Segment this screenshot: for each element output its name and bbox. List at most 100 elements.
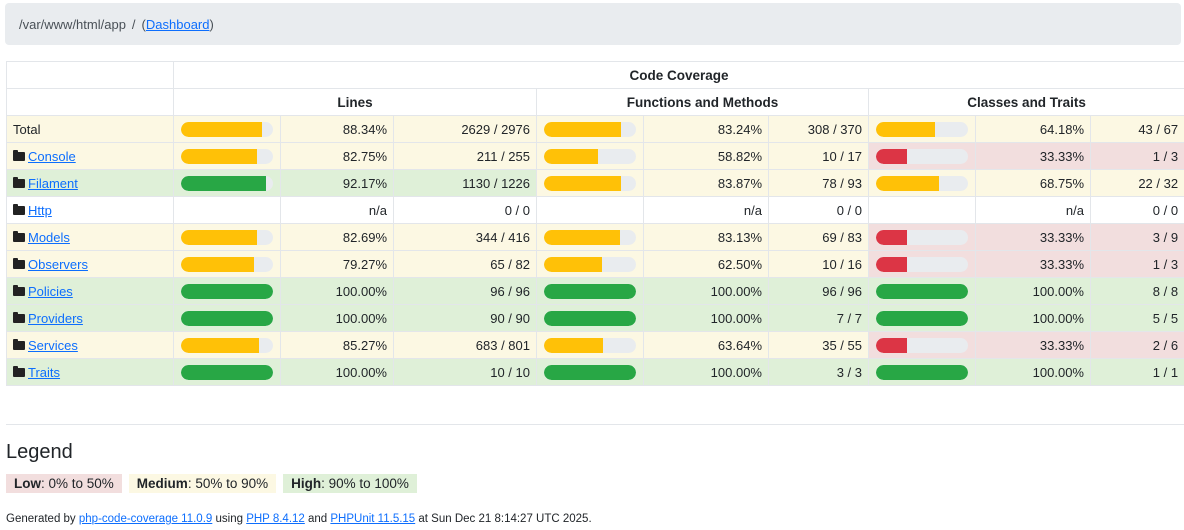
divider (6, 424, 1184, 425)
legend-low: Low: 0% to 50% (6, 474, 122, 493)
classes-count: 22 / 32 (1089, 169, 1184, 197)
classes-count: 1 / 3 (1089, 142, 1184, 170)
directory-link[interactable]: Policies (28, 284, 73, 299)
classes-progress-fill (876, 121, 936, 137)
header-empty (6, 88, 174, 116)
footer-and: and (304, 513, 331, 525)
classes-bar-cell (868, 304, 976, 332)
lines-count: 683 / 801 (393, 331, 537, 359)
functions-progress-bar (544, 121, 636, 137)
functions-progress-bar (544, 256, 636, 272)
functions-progress-fill (544, 175, 622, 191)
table-row: Total 88.34% 2629 / 2976 83.24% 308 / 370 64.… (6, 115, 1184, 143)
functions-count: 7 / 7 (768, 304, 869, 332)
folder-icon (13, 257, 25, 269)
classes-percent: 100.00% (975, 304, 1091, 332)
breadcrumb: /var/www/html/app / (Dashboard) (5, 3, 1181, 45)
row-name-cell: Filament (6, 169, 174, 197)
functions-count: 0 / 0 (768, 196, 869, 224)
lines-count: 1130 / 1226 (393, 169, 537, 197)
functions-percent: 83.13% (643, 223, 769, 251)
phpunit-link[interactable]: PHPUnit 11.5.15 (330, 513, 415, 525)
directory-link[interactable]: Traits (28, 365, 60, 380)
classes-progress-bar (876, 364, 968, 380)
table-row: Observers 79.27% 65 / 82 62.50% 10 / 16 33.33… (6, 250, 1184, 278)
lines-bar-cell (173, 115, 281, 143)
functions-progress-fill (544, 229, 621, 245)
functions-count: 69 / 83 (768, 223, 869, 251)
lines-bar-cell (173, 250, 281, 278)
functions-progress-bar (544, 337, 636, 353)
row-name-cell: Total (6, 115, 174, 143)
dashboard-link[interactable]: Dashboard (146, 17, 210, 32)
lines-count: 96 / 96 (393, 277, 537, 305)
php-link[interactable]: PHP 8.4.12 (246, 513, 305, 525)
lines-percent: 82.75% (280, 142, 394, 170)
table-row: Providers 100.00% 90 / 90 100.00% 7 / 7 100.0… (6, 304, 1184, 332)
classes-header: Classes and Traits (867, 88, 1184, 116)
lines-progress-bar (181, 256, 273, 272)
lines-progress-bar (181, 175, 273, 191)
row-name-cell: Providers (6, 304, 174, 332)
classes-bar-cell (868, 331, 976, 359)
classes-count: 2 / 6 (1089, 331, 1184, 359)
lines-progress-fill (181, 364, 273, 380)
functions-count: 308 / 370 (768, 115, 869, 143)
functions-progress-fill (544, 337, 603, 353)
lines-bar-cell (173, 142, 281, 170)
lines-progress-bar (181, 283, 273, 299)
directory-link[interactable]: Services (28, 338, 78, 353)
classes-progress-bar (876, 256, 968, 272)
functions-header: Functions and Methods (536, 88, 869, 116)
classes-percent: 100.00% (975, 358, 1091, 386)
directory-link[interactable]: Console (28, 149, 76, 164)
functions-bar-cell (536, 331, 644, 359)
classes-bar-cell (868, 250, 976, 278)
lines-percent: 85.27% (280, 331, 394, 359)
functions-percent: 100.00% (643, 358, 769, 386)
row-name-cell: Http (6, 196, 174, 224)
classes-progress-bar (876, 337, 968, 353)
functions-bar-cell (536, 250, 644, 278)
classes-progress-fill (876, 148, 907, 164)
classes-progress-fill (876, 364, 968, 380)
lines-bar-cell (173, 196, 281, 224)
classes-percent: 33.33% (975, 331, 1091, 359)
functions-count: 10 / 16 (768, 250, 869, 278)
breadcrumb-path: /var/www/html/app (19, 16, 126, 32)
lines-progress-fill (181, 310, 273, 326)
legend-high: High: 90% to 100% (283, 474, 417, 493)
functions-bar-cell (536, 304, 644, 332)
php-code-coverage-link[interactable]: php-code-coverage 11.0.9 (79, 513, 212, 525)
legend-medium-range: : 50% to 90% (187, 476, 269, 491)
functions-progress-fill (544, 310, 636, 326)
lines-progress-bar (181, 121, 273, 137)
functions-bar-cell (536, 223, 644, 251)
coverage-table: Code Coverage Lines Functions and Method… (6, 61, 1184, 386)
folder-icon (13, 338, 25, 350)
functions-progress-fill (544, 283, 636, 299)
table-row: Traits 100.00% 10 / 10 100.00% 3 / 3 100.00% 1… (6, 358, 1184, 386)
footer-using: using (212, 513, 247, 525)
functions-progress-fill (544, 364, 636, 380)
legend-high-range: : 90% to 100% (321, 476, 409, 491)
breadcrumb-separator: / (131, 16, 136, 32)
lines-percent: 100.00% (280, 304, 394, 332)
directory-link[interactable]: Models (28, 230, 70, 245)
directory-link[interactable]: Observers (28, 257, 88, 272)
directory-link[interactable]: Filament (28, 176, 78, 191)
classes-percent: 33.33% (975, 250, 1091, 278)
lines-header: Lines (173, 88, 537, 116)
lines-percent: 79.27% (280, 250, 394, 278)
functions-percent: n/a (643, 196, 769, 224)
classes-progress-bar (876, 175, 968, 191)
directory-link[interactable]: Providers (28, 311, 83, 326)
legend-high-label: High (291, 476, 322, 491)
directory-link[interactable]: Http (28, 203, 52, 218)
table-row: Http n/a 0 / 0 n/a 0 / 0 n/a 0 / 0 (6, 196, 1184, 224)
footer: Generated by php-code-coverage 11.0.9 us… (6, 513, 592, 525)
row-name-cell: Traits (6, 358, 174, 386)
classes-count: 5 / 5 (1089, 304, 1184, 332)
lines-count: 0 / 0 (393, 196, 537, 224)
functions-percent: 58.82% (643, 142, 769, 170)
